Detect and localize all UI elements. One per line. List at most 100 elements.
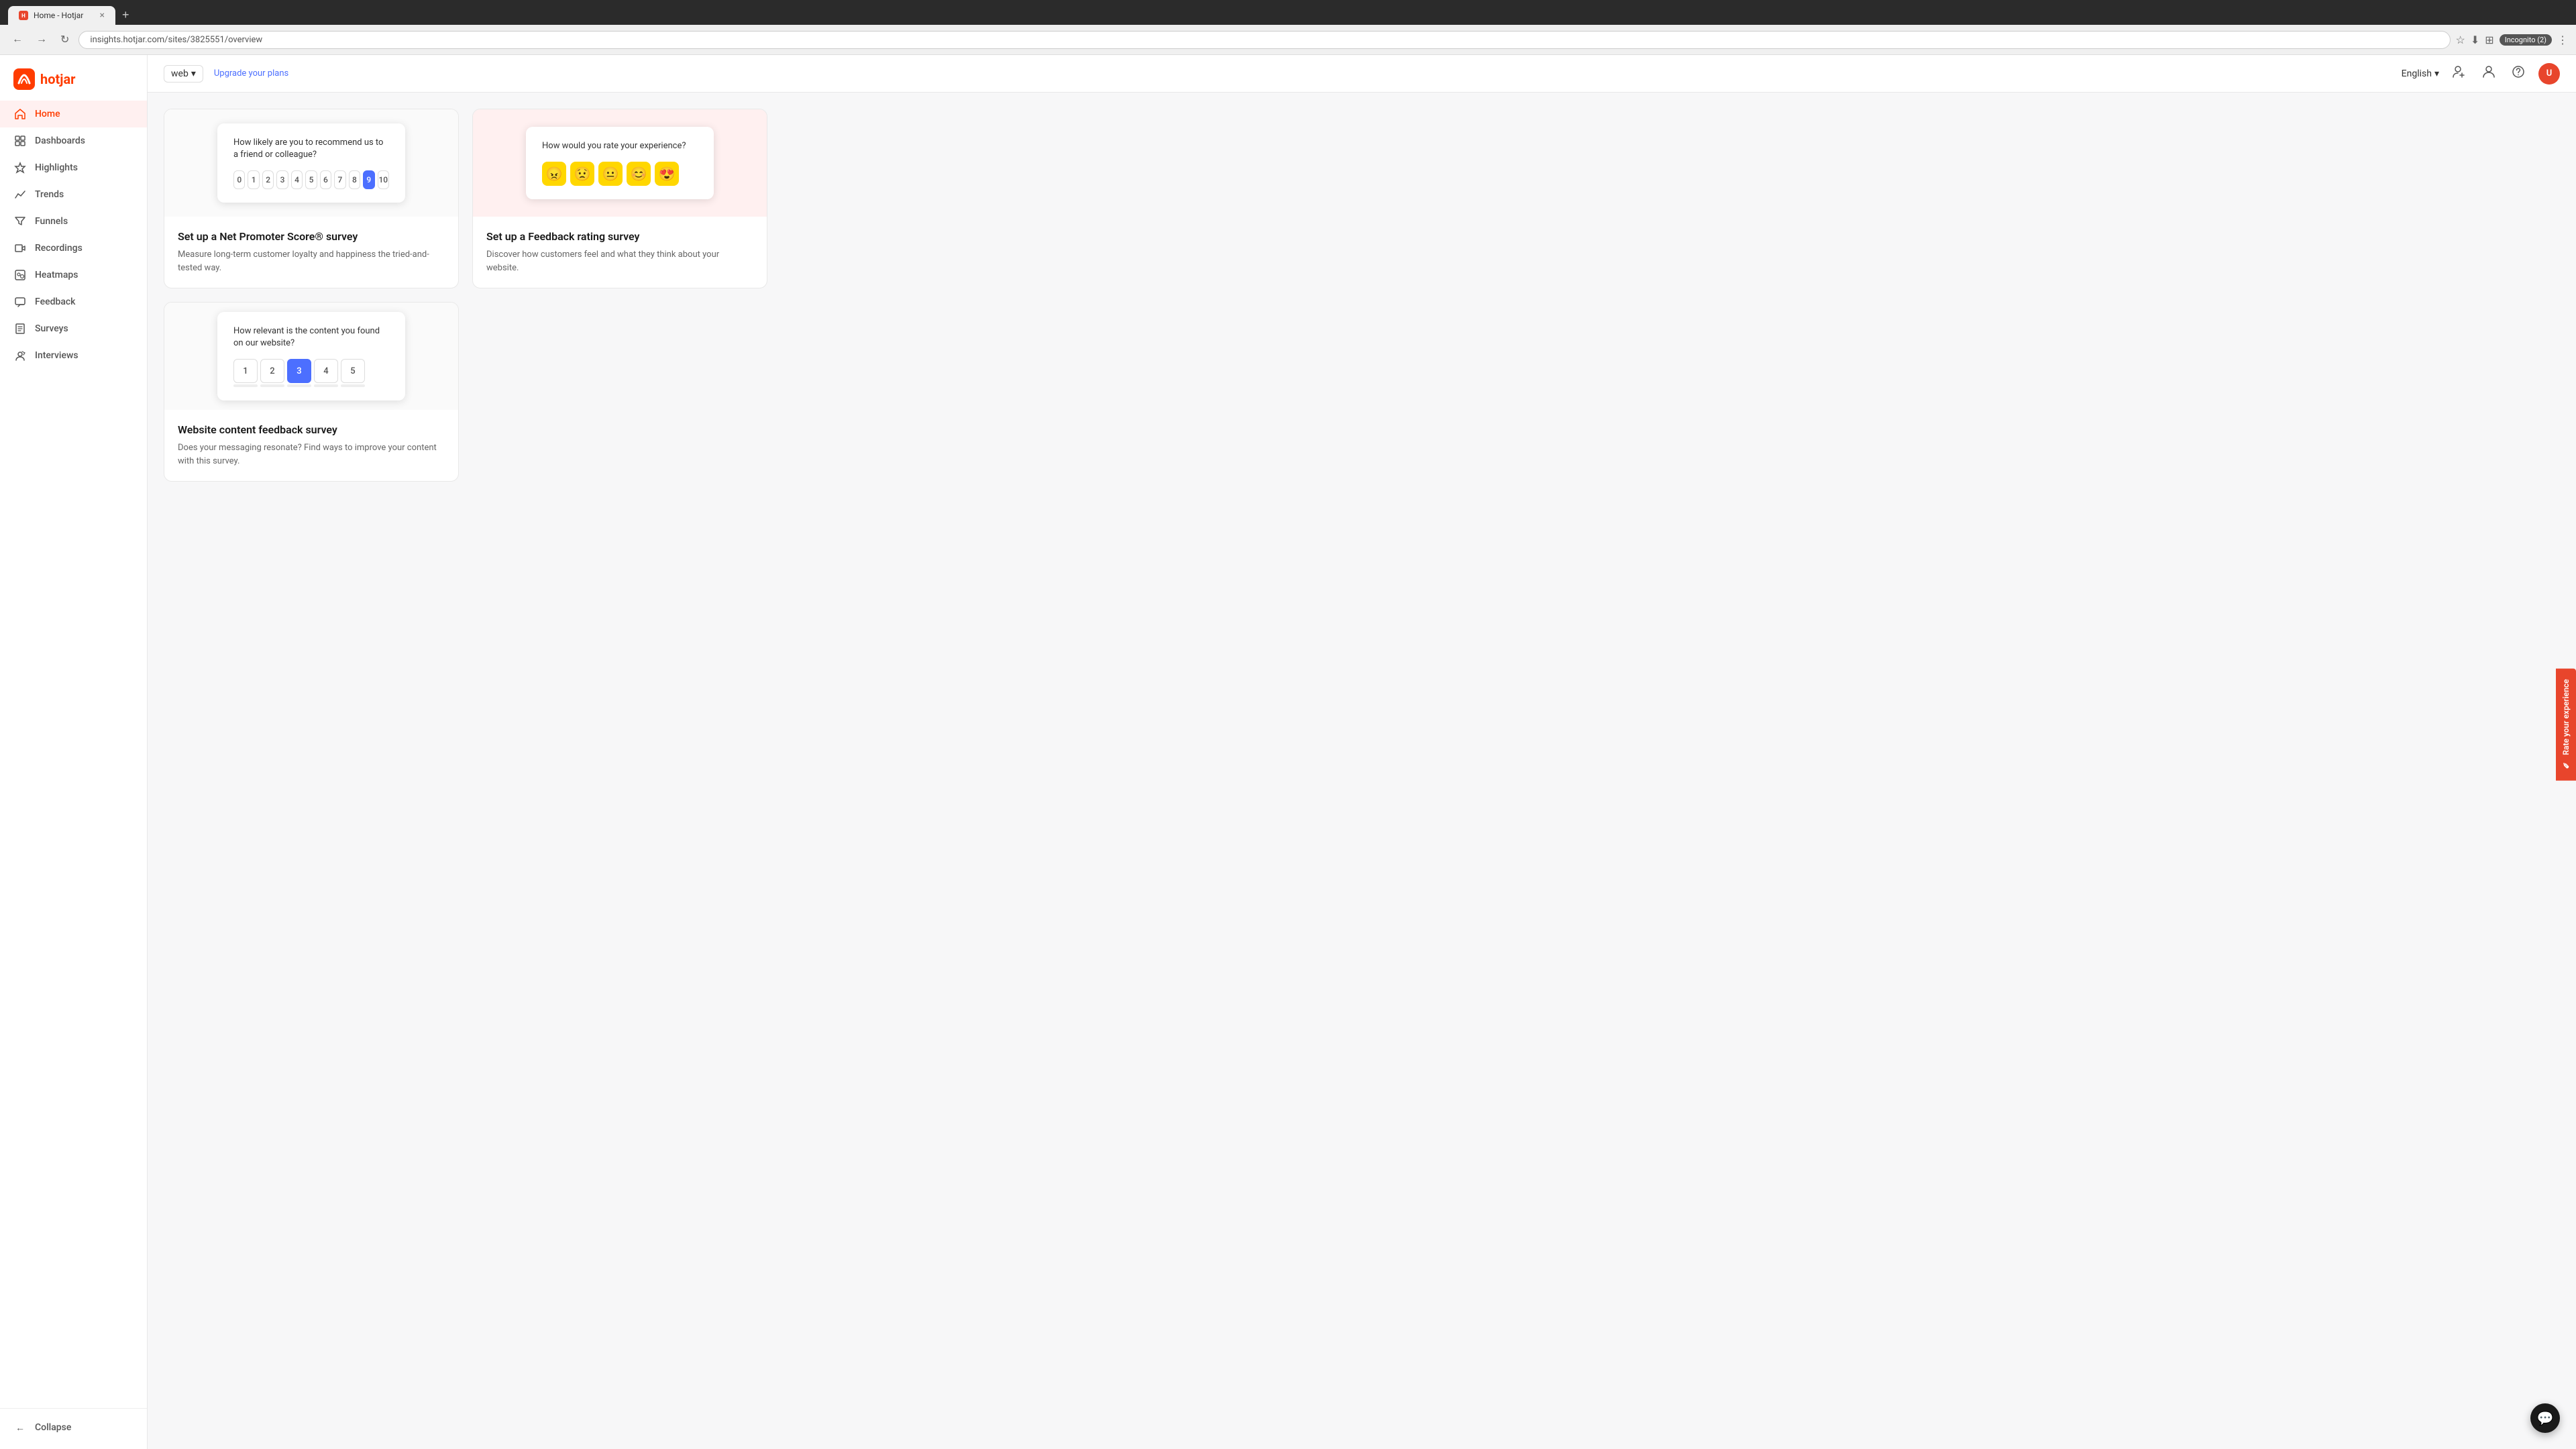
rating-bar-2 [260,384,284,387]
rate-experience-icon: ✎ [2561,761,2571,770]
rating-btn-5[interactable]: 5 [341,359,365,383]
app-header: web ▾ Upgrade your plans English ▾ [148,55,2576,93]
sidebar-bottom: ← Collapse [0,1408,147,1441]
trends-icon [13,188,27,201]
tab-title: Home - Hotjar [34,11,83,20]
card-content-feedback[interactable]: How relevant is the content you found on… [164,302,459,482]
nps-btn-6[interactable]: 6 [320,170,331,189]
card-title-feedback-rating: Set up a Feedback rating survey [486,230,753,243]
card-desc-nps: Measure long-term customer loyalty and h… [178,248,445,274]
site-selector[interactable]: web ▾ [164,65,203,83]
upgrade-link[interactable]: Upgrade your plans [214,68,288,78]
bookmark-icon[interactable]: ☆ [2456,34,2465,46]
nps-btn-10[interactable]: 10 [378,170,389,189]
nps-preview: How likely are you to recommend us to a … [164,109,458,217]
dashboards-icon [13,134,27,148]
sidebar-item-recordings[interactable]: Recordings [0,235,147,262]
sidebar-item-label-interviews: Interviews [35,350,78,361]
sidebar-logo: hotjar [0,63,147,101]
nps-widget: How likely are you to recommend us to a … [217,123,405,203]
sidebar-item-label-recordings: Recordings [35,243,83,254]
browser-nav: ← → ↻ insights.hotjar.com/sites/3825551/… [0,25,2576,55]
new-tab-button[interactable]: + [117,5,135,25]
nps-btn-3[interactable]: 3 [276,170,288,189]
rating-btn-2[interactable]: 2 [260,359,284,383]
card-desc-feedback-rating: Discover how customers feel and what the… [486,248,753,274]
home-icon [13,107,27,121]
active-tab[interactable]: H Home - Hotjar × [8,6,115,25]
header-actions: English ▾ [2402,62,2560,85]
sidebar-item-interviews[interactable]: Interviews [0,342,147,369]
rating-btn-4[interactable]: 4 [314,359,338,383]
emoji-scale: 😠😟😐😊😍 [542,162,698,186]
sidebar-item-heatmaps[interactable]: Heatmaps [0,262,147,288]
sidebar-item-funnels[interactable]: Funnels [0,208,147,235]
feedback-icon [13,295,27,309]
rating-preview: How relevant is the content you found on… [164,303,458,410]
incognito-badge[interactable]: Incognito (2) [2500,34,2552,46]
card-nps[interactable]: How likely are you to recommend us to a … [164,109,459,288]
rate-experience-sidebar[interactable]: ✎ Rate your experience [2556,668,2576,780]
emoji-btn-4[interactable]: 😍 [655,162,679,186]
rating-btn-1[interactable]: 1 [233,359,258,383]
rating-btn-3[interactable]: 3 [287,359,311,383]
emoji-btn-0[interactable]: 😠 [542,162,566,186]
user-profile-button[interactable] [2479,62,2498,85]
nps-btn-4[interactable]: 4 [291,170,303,189]
help-button[interactable] [2509,62,2528,85]
rate-experience-label: Rate your experience [2561,679,2571,755]
nps-btn-8[interactable]: 8 [349,170,360,189]
heatmaps-icon [13,268,27,282]
address-bar[interactable]: insights.hotjar.com/sites/3825551/overvi… [78,31,2450,49]
sidebar-item-home[interactable]: Home [0,101,147,127]
sidebar-item-label-dashboards: Dashboards [35,136,85,146]
sidebar-item-feedback[interactable]: Feedback [0,288,147,315]
sidebar-item-label-heatmaps: Heatmaps [35,270,78,280]
help-icon [2512,65,2525,78]
sidebar-item-label-feedback: Feedback [35,297,75,307]
add-user-button[interactable] [2450,62,2469,85]
emoji-btn-1[interactable]: 😟 [570,162,594,186]
sidebar-item-highlights[interactable]: Highlights [0,154,147,181]
nps-btn-5[interactable]: 5 [305,170,317,189]
sidebar-item-label-trends: Trends [35,189,64,200]
download-icon[interactable]: ⬇ [2471,34,2479,46]
sidebar-item-surveys[interactable]: Surveys [0,315,147,342]
nps-btn-2[interactable]: 2 [262,170,274,189]
sidebar-item-collapse[interactable]: ← Collapse [0,1414,147,1441]
sidebar-item-dashboards[interactable]: Dashboards [0,127,147,154]
sidebar-item-trends[interactable]: Trends [0,181,147,208]
collapse-icon: ← [13,1421,27,1434]
nav-actions: ☆ ⬇ ⊞ Incognito (2) ⋮ [2456,34,2568,46]
surveys-icon [13,322,27,335]
browser-chrome: H Home - Hotjar × + [0,0,2576,25]
nps-btn-7[interactable]: 7 [334,170,345,189]
rating-bar-3 [287,384,311,387]
reload-button[interactable]: ↻ [56,30,73,49]
url-text: insights.hotjar.com/sites/3825551/overvi… [90,35,262,45]
chat-bubble-button[interactable]: 💬 [2530,1403,2560,1433]
nps-btn-1[interactable]: 1 [248,170,259,189]
back-button[interactable]: ← [8,31,27,48]
browser-menu-icon[interactable]: ⋮ [2557,34,2568,46]
rating-bar-4 [314,384,338,387]
survey-cards-grid: How likely are you to recommend us to a … [164,109,767,482]
card-title-nps: Set up a Net Promoter Score® survey [178,230,445,243]
tab-close-button[interactable]: × [100,10,105,21]
emoji-btn-2[interactable]: 😐 [598,162,623,186]
sidebar: hotjar Home Dashboards Highlights Trends… [0,55,148,1449]
nps-btn-9[interactable]: 9 [363,170,374,189]
sidebar-logo-text: hotjar [40,71,76,87]
language-selector[interactable]: English ▾ [2402,68,2439,79]
lang-label: English [2402,68,2432,79]
site-arrow-icon: ▾ [191,68,196,79]
card-feedback-rating[interactable]: How would you rate your experience? 😠😟😐😊… [472,109,767,288]
user-avatar[interactable]: U [2538,63,2560,85]
nps-btn-0[interactable]: 0 [233,170,245,189]
rating-widget: How relevant is the content you found on… [217,312,405,400]
rating-question: How relevant is the content you found on… [233,325,389,350]
emoji-btn-3[interactable]: 😊 [627,162,651,186]
extensions-icon[interactable]: ⊞ [2485,34,2493,46]
forward-button[interactable]: → [32,31,51,48]
recordings-icon [13,241,27,255]
